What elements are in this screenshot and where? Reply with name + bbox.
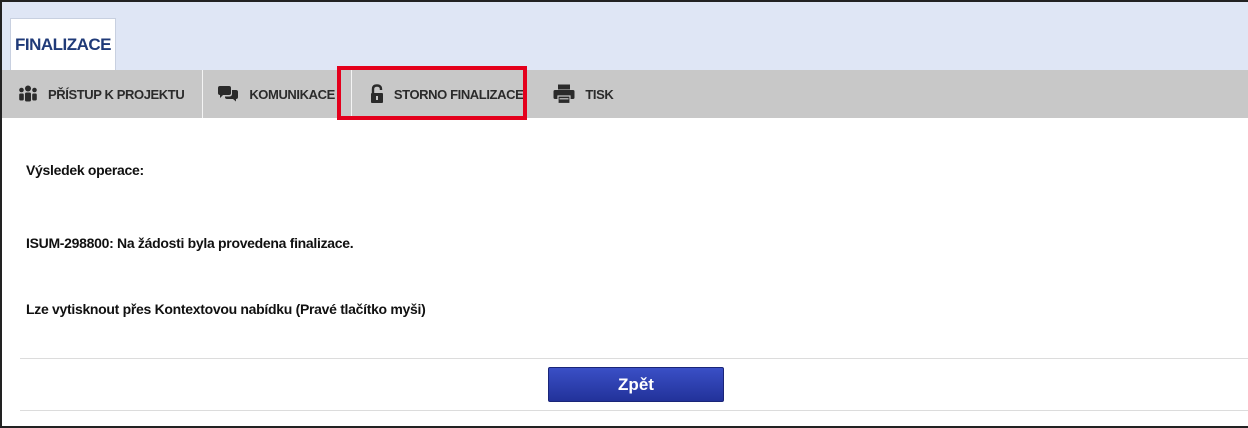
toolbar-item-label: PŘÍSTUP K PROJEKTU <box>48 86 185 102</box>
toolbar: PŘÍSTUP K PROJEKTU KOMUNIKACE STORNO FIN… <box>2 70 1248 118</box>
tab-bar: FINALIZACE <box>2 2 1248 70</box>
toolbar-item-project-access[interactable]: PŘÍSTUP K PROJEKTU <box>2 70 202 118</box>
result-message: ISUM-298800: Na žádosti byla provedena f… <box>26 235 354 251</box>
print-hint: Lze vytisknout přes Kontextovou nabídku … <box>26 301 426 317</box>
divider <box>20 358 1248 359</box>
toolbar-item-label: KOMUNIKACE <box>249 86 335 102</box>
toolbar-item-print[interactable]: TISK <box>547 70 629 118</box>
tab-finalizace[interactable]: FINALIZACE <box>10 18 116 70</box>
printer-icon <box>553 84 575 104</box>
result-heading: Výsledek operace: <box>26 162 144 178</box>
users-icon <box>18 85 38 103</box>
toolbar-item-label: TISK <box>585 86 614 102</box>
toolbar-item-label: STORNO FINALIZACE <box>393 86 524 102</box>
toolbar-item-communication[interactable]: KOMUNIKACE <box>203 70 351 118</box>
back-button[interactable]: Zpět <box>548 367 724 402</box>
unlock-icon <box>370 84 384 104</box>
divider <box>20 410 1248 411</box>
chat-icon <box>217 86 239 102</box>
back-button-label: Zpět <box>618 374 654 394</box>
toolbar-item-cancel-finalization[interactable]: STORNO FINALIZACE <box>352 70 547 118</box>
tab-label: FINALIZACE <box>14 34 112 54</box>
